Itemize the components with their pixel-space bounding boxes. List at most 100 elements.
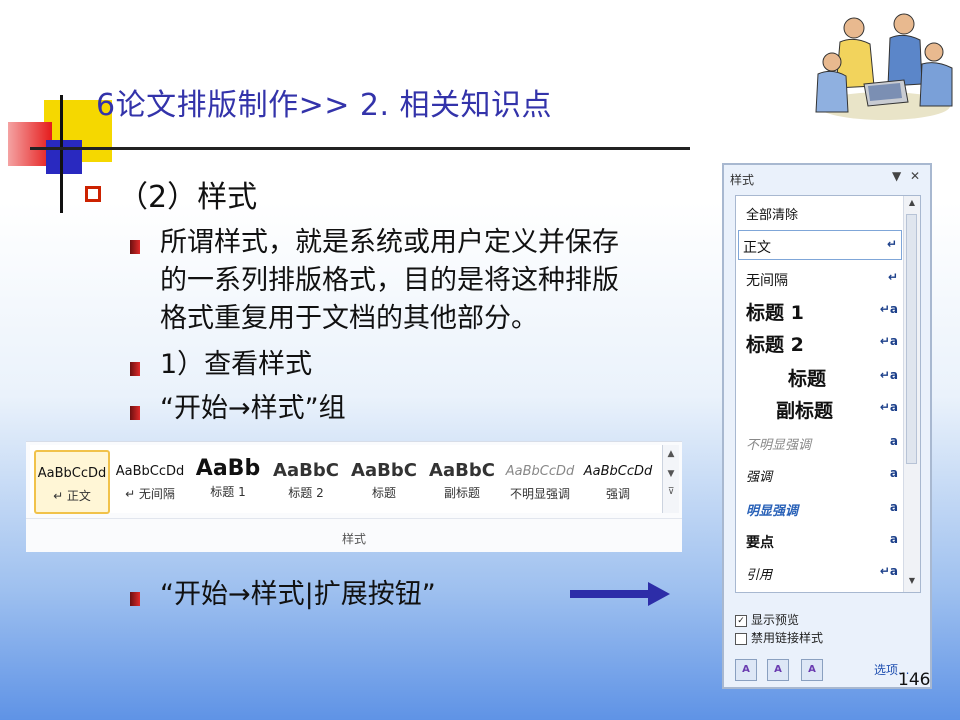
style-name: 标题 xyxy=(788,368,827,390)
scroll-down-icon[interactable]: ▼ xyxy=(904,576,920,590)
new-style-icon[interactable]: A xyxy=(735,659,757,681)
paragraph-mark-icon: ↵ xyxy=(886,237,897,251)
pane-title: 样式 xyxy=(730,173,755,187)
quick-styles-gallery: AaBbCcDd ↵ 正文 AaBbCcDd ↵ 无间隔 AaBb 标题 1 A… xyxy=(30,445,662,514)
styles-list-scrollbar[interactable]: ▲ ▼ xyxy=(903,196,920,592)
style-item-heading-2[interactable]: 标题 2 ↵a xyxy=(742,328,902,358)
gallery-style-heading-1[interactable]: AaBb 标题 1 xyxy=(190,450,266,514)
linked-style-icon: ↵a xyxy=(879,564,898,578)
style-item-emphasis[interactable]: 强调 a xyxy=(742,460,902,490)
disable-linked-styles-checkbox[interactable]: 禁用链接样式 xyxy=(735,629,823,646)
scroll-thumb[interactable] xyxy=(906,214,917,464)
slide-title: 6论文排版制作>> 2. 相关知识点 xyxy=(96,88,553,123)
style-name: 全部清除 xyxy=(746,208,799,223)
scroll-up-icon[interactable]: ▲ xyxy=(904,198,920,212)
style-sample: AaBb xyxy=(195,456,261,481)
square-bullet-icon xyxy=(130,362,140,376)
style-item-intense-emphasis[interactable]: 明显强调 a xyxy=(742,494,902,524)
people-meeting-clipart xyxy=(812,6,956,128)
style-name: 无间隔 xyxy=(746,273,788,289)
checkbox-unchecked-icon xyxy=(735,632,747,645)
style-sample: AaBbCcDd xyxy=(583,464,653,479)
style-label: ↵ 无间隔 xyxy=(125,487,175,501)
manage-styles-icon[interactable]: A xyxy=(801,659,823,681)
gallery-style-no-spacing[interactable]: AaBbCcDd ↵ 无间隔 xyxy=(112,450,188,514)
styles-task-pane: 样式 ▼ ✕ 全部清除 正文 ↵ 无间隔 ↵ 标题 1 ↵a 标题 2 ↵a 标… xyxy=(722,163,932,689)
view-styles-bullet: 1）查看样式 xyxy=(160,349,313,380)
square-bullet-icon xyxy=(130,240,140,254)
style-name: 引用 xyxy=(746,568,773,583)
gallery-style-emphasis[interactable]: AaBbCcDd 强调 xyxy=(580,450,656,514)
page-number: 146 xyxy=(898,670,931,690)
scroll-up-icon[interactable]: ▲ xyxy=(663,449,679,459)
styles-heading: （2）样式 xyxy=(118,180,258,215)
style-label: 副标题 xyxy=(443,486,480,500)
style-item-heading-1[interactable]: 标题 1 ↵a xyxy=(742,296,902,326)
style-sample: AaBbC xyxy=(429,460,495,481)
close-icon[interactable]: ✕ xyxy=(910,169,920,183)
style-sample: AaBbC xyxy=(273,460,339,481)
style-label: 标题 2 xyxy=(288,486,324,500)
style-label: 标题 1 xyxy=(210,485,246,499)
checkbox-checked-icon: ✓ xyxy=(735,614,747,627)
style-sample: AaBbCcDd xyxy=(115,464,185,479)
definition-line-3: 格式重复用于文档的其他部分。 xyxy=(160,303,538,334)
gallery-scroll[interactable]: ▲ ▼ ⊽ xyxy=(662,445,679,513)
definition-paragraph: 所谓样式，就是系统或用户定义并保存 的一系列排版格式，目的是将这种排版 格式重复… xyxy=(160,224,720,338)
style-sample: AaBbCcDd xyxy=(37,466,107,481)
style-item-strong[interactable]: 要点 a xyxy=(742,526,902,556)
linked-style-icon: ↵a xyxy=(879,368,898,382)
style-sample: AaBbC xyxy=(351,460,417,481)
character-style-icon: a xyxy=(889,532,898,546)
linked-style-icon: ↵a xyxy=(879,334,898,348)
styles-ribbon-group: AaBbCcDd ↵ 正文 AaBbCcDd ↵ 无间隔 AaBb 标题 1 A… xyxy=(26,441,682,552)
decor-horizontal-line xyxy=(30,147,690,150)
gallery-style-subtle-emphasis[interactable]: AaBbCcDd 不明显强调 xyxy=(502,450,578,514)
definition-line-2: 的一系列排版格式，目的是将这种排版 xyxy=(160,265,619,296)
style-inspector-icon[interactable]: A xyxy=(767,659,789,681)
style-name: 不明显强调 xyxy=(746,438,812,453)
expand-button-bullet: “开始→样式|扩展按钮” xyxy=(160,579,436,610)
gallery-style-normal[interactable]: AaBbCcDd ↵ 正文 xyxy=(34,450,110,514)
square-bullet-icon xyxy=(130,406,140,420)
square-bullet-icon xyxy=(130,592,140,606)
style-label: 不明显强调 xyxy=(509,487,570,501)
gallery-more-icon[interactable]: ⊽ xyxy=(663,487,679,497)
character-style-icon: a xyxy=(889,500,898,514)
checkbox-label: 显示预览 xyxy=(751,613,800,627)
style-item-title[interactable]: 标题 ↵a xyxy=(742,362,902,392)
style-item-subtitle[interactable]: 副标题 ↵a xyxy=(742,394,902,424)
linked-style-icon: ↵a xyxy=(879,400,898,414)
style-sample: AaBbCcDd xyxy=(505,464,575,479)
linked-style-icon: ↵a xyxy=(879,302,898,316)
style-item-subtle-emphasis[interactable]: 不明显强调 a xyxy=(742,428,902,458)
ribbon-group-label: 样式 xyxy=(341,532,366,546)
scroll-down-icon[interactable]: ▼ xyxy=(663,469,679,479)
styles-group-bullet: “开始→样式”组 xyxy=(160,393,346,424)
style-name: 要点 xyxy=(746,535,774,551)
definition-line-1: 所谓样式，就是系统或用户定义并保存 xyxy=(160,227,619,258)
gallery-style-heading-2[interactable]: AaBbC 标题 2 xyxy=(268,450,344,514)
right-arrow-icon xyxy=(570,582,670,606)
decor-blue-square xyxy=(46,140,82,174)
pane-menu-icon[interactable]: ▼ xyxy=(892,169,901,183)
style-item-normal[interactable]: 正文 ↵ xyxy=(738,230,902,260)
character-style-icon: a xyxy=(889,434,898,448)
character-style-icon: a xyxy=(889,466,898,480)
style-item-no-spacing[interactable]: 无间隔 ↵ xyxy=(742,264,902,294)
styles-list: 全部清除 正文 ↵ 无间隔 ↵ 标题 1 ↵a 标题 2 ↵a 标题 ↵a 副标… xyxy=(735,195,921,593)
style-label: 强调 xyxy=(605,487,630,501)
checkbox-label: 禁用链接样式 xyxy=(751,631,824,645)
gallery-style-title[interactable]: AaBbC 标题 xyxy=(346,450,422,514)
style-label: ↵ 正文 xyxy=(53,489,91,503)
show-preview-checkbox[interactable]: ✓ 显示预览 xyxy=(735,611,799,628)
gallery-style-subtitle[interactable]: AaBbC 副标题 xyxy=(424,450,500,514)
paragraph-mark-icon: ↵ xyxy=(887,270,898,284)
style-name: 明显强调 xyxy=(746,504,799,519)
style-label: 标题 xyxy=(371,486,396,500)
style-item-quote[interactable]: 引用 ↵a xyxy=(742,558,902,588)
decor-vertical-line xyxy=(60,95,63,213)
style-item-clear-all[interactable]: 全部清除 xyxy=(742,198,902,228)
ribbon-divider xyxy=(26,518,682,519)
style-name: 标题 1 xyxy=(746,302,804,324)
